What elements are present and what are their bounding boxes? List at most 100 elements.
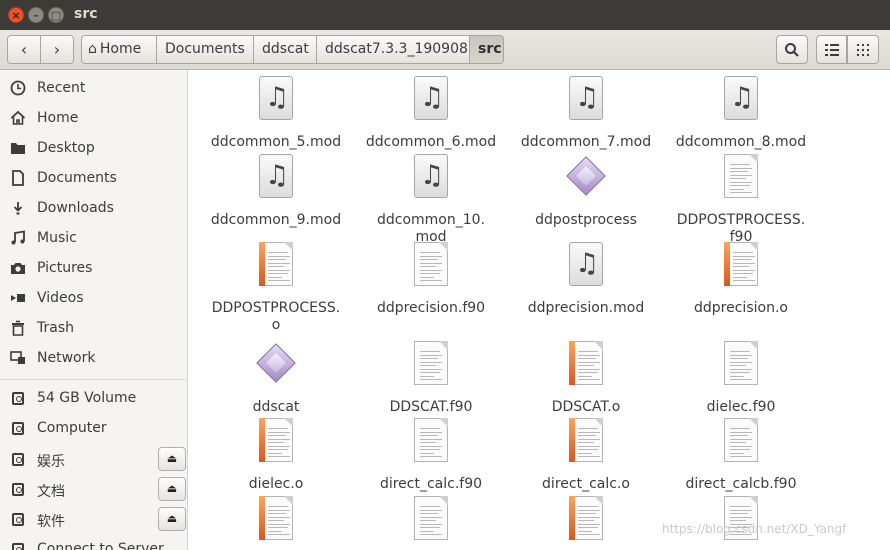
audio-file-icon: ♫ — [569, 76, 603, 120]
breadcrumb-ddscat-version[interactable]: ddscat7.3.3_190908 — [317, 35, 470, 64]
sidebar-item-network[interactable]: Network — [0, 344, 187, 374]
sidebar-item-videos[interactable]: Videos — [0, 284, 187, 314]
file-item[interactable] — [511, 496, 661, 550]
file-item[interactable]: ♫ ddcommon_9.mod — [201, 154, 351, 229]
file-item[interactable] — [201, 496, 351, 550]
list-view-button[interactable] — [816, 35, 847, 64]
sidebar-item-entertainment[interactable]: 娱乐 ⏏ — [0, 445, 187, 475]
breadcrumb-src[interactable]: src — [470, 35, 504, 64]
file-item[interactable]: dielec.f90 — [666, 341, 816, 416]
file-name: direct_calc.o — [542, 476, 630, 492]
audio-file-icon: ♫ — [724, 76, 758, 120]
file-name: dielec.f90 — [706, 399, 776, 415]
breadcrumb-home[interactable]: ⌂ Home — [81, 35, 157, 64]
audio-file-icon: ♫ — [259, 154, 293, 198]
file-name: DDSCAT.f90 — [389, 399, 473, 415]
drive-icon — [9, 390, 27, 408]
sidebar-item-desktop[interactable]: Desktop — [0, 134, 187, 164]
file-item[interactable]: ♫ ddcommon_5.mod — [201, 76, 351, 151]
sidebar-item-documents[interactable]: Documents — [0, 164, 187, 194]
grid-view-button[interactable] — [847, 35, 879, 64]
close-window-button[interactable]: × — [8, 7, 24, 23]
sidebar: Recent Home Desktop Documents Downloads … — [0, 70, 188, 550]
file-name: ddpostprocess — [535, 212, 637, 228]
document-icon — [9, 170, 27, 188]
file-item[interactable]: dielec.o — [201, 418, 351, 493]
file-name: ddscat — [252, 399, 300, 415]
search-button[interactable] — [776, 35, 808, 64]
back-button[interactable]: ‹ — [7, 35, 41, 64]
file-item[interactable]: ♫ ddcommon_7.mod — [511, 76, 661, 151]
audio-file-icon: ♫ — [414, 154, 448, 198]
file-item[interactable]: ddscat — [201, 341, 351, 416]
file-name: dielec.o — [248, 476, 304, 492]
breadcrumb-ddscat[interactable]: ddscat — [254, 35, 317, 64]
text-file-icon — [414, 496, 448, 540]
sidebar-item-computer[interactable]: Computer — [0, 414, 187, 444]
text-file-icon — [414, 418, 448, 462]
video-icon — [9, 290, 27, 308]
file-item[interactable]: ddpostprocess — [511, 154, 661, 229]
file-name: DDSCAT.o — [551, 399, 621, 415]
sidebar-item-recent[interactable]: Recent — [0, 74, 187, 104]
sidebar-item-54gb-volume[interactable]: 54 GB Volume — [0, 384, 187, 414]
file-name: ddprecision.o — [694, 300, 788, 316]
sidebar-item-trash[interactable]: Trash — [0, 314, 187, 344]
maximize-window-button[interactable]: □ — [48, 7, 64, 23]
sidebar-item-downloads[interactable]: Downloads — [0, 194, 187, 224]
file-item[interactable]: direct_calc.o — [511, 418, 661, 493]
download-icon — [9, 200, 27, 218]
forward-button[interactable]: › — [40, 35, 74, 64]
file-item[interactable]: ♫ ddprecision.mod — [511, 242, 661, 317]
text-file-icon — [724, 341, 758, 385]
file-name: ddcommon_5.mod — [210, 134, 342, 150]
object-file-icon — [259, 418, 293, 462]
file-item[interactable]: direct_calc.f90 — [356, 418, 506, 493]
file-item[interactable]: DDSCAT.f90 — [356, 341, 506, 416]
sidebar-item-pictures[interactable]: Pictures — [0, 254, 187, 284]
file-name: ddcommon_9.mod — [210, 212, 342, 228]
eject-icon: ⏏ — [166, 512, 178, 525]
file-name: direct_calcb.f90 — [685, 476, 797, 492]
text-file-icon — [414, 341, 448, 385]
file-item[interactable]: ♫ ddcommon_6.mod — [356, 76, 506, 151]
file-item[interactable]: ddprecision.o — [666, 242, 816, 317]
window-title: src — [74, 6, 98, 22]
eject-button[interactable]: ⏏ — [158, 507, 186, 531]
header-bar: ‹ › ⌂ Home Documents ddscat ddscat7.3.3_1… — [0, 30, 890, 70]
file-item[interactable]: ddprecision.f90 — [356, 242, 506, 317]
sidebar-item-connect-to-server[interactable]: Connect to Server — [0, 535, 187, 550]
file-name: direct_calc.f90 — [379, 476, 483, 492]
file-name: ddprecision.mod — [527, 300, 645, 316]
sidebar-item-home[interactable]: Home — [0, 104, 187, 134]
clock-icon — [9, 80, 27, 98]
object-file-icon — [724, 242, 758, 286]
executable-file-icon — [566, 156, 606, 196]
breadcrumb-documents[interactable]: Documents — [157, 35, 254, 64]
sidebar-item-music[interactable]: Music — [0, 224, 187, 254]
eject-button[interactable]: ⏏ — [158, 477, 186, 501]
eject-icon: ⏏ — [166, 452, 178, 465]
chevron-left-icon: ‹ — [20, 40, 28, 59]
file-item[interactable]: DDPOSTPROCESS. o — [201, 242, 351, 333]
sidebar-item-documents-drive[interactable]: 文档 ⏏ — [0, 475, 187, 505]
audio-file-icon: ♫ — [259, 76, 293, 120]
folder-icon — [9, 140, 27, 158]
eject-icon: ⏏ — [166, 482, 178, 495]
minimize-window-button[interactable]: – — [28, 7, 44, 23]
sidebar-item-software[interactable]: 软件 ⏏ — [0, 505, 187, 535]
file-item[interactable] — [356, 496, 506, 550]
audio-file-icon: ♫ — [414, 76, 448, 120]
file-item[interactable]: direct_calcb.f90 — [666, 418, 816, 493]
eject-button[interactable]: ⏏ — [158, 447, 186, 471]
audio-file-icon: ♫ — [569, 242, 603, 286]
file-item[interactable]: DDPOSTPROCESS. f90 — [666, 154, 816, 245]
file-item[interactable]: ♫ ddcommon_8.mod — [666, 76, 816, 151]
drive-icon — [9, 420, 27, 438]
file-item[interactable]: ♫ ddcommon_10. mod — [356, 154, 506, 245]
search-icon — [785, 43, 799, 57]
file-name: ddcommon_8.mod — [675, 134, 807, 150]
network-icon — [9, 350, 27, 368]
file-item[interactable]: DDSCAT.o — [511, 341, 661, 416]
object-file-icon — [569, 341, 603, 385]
